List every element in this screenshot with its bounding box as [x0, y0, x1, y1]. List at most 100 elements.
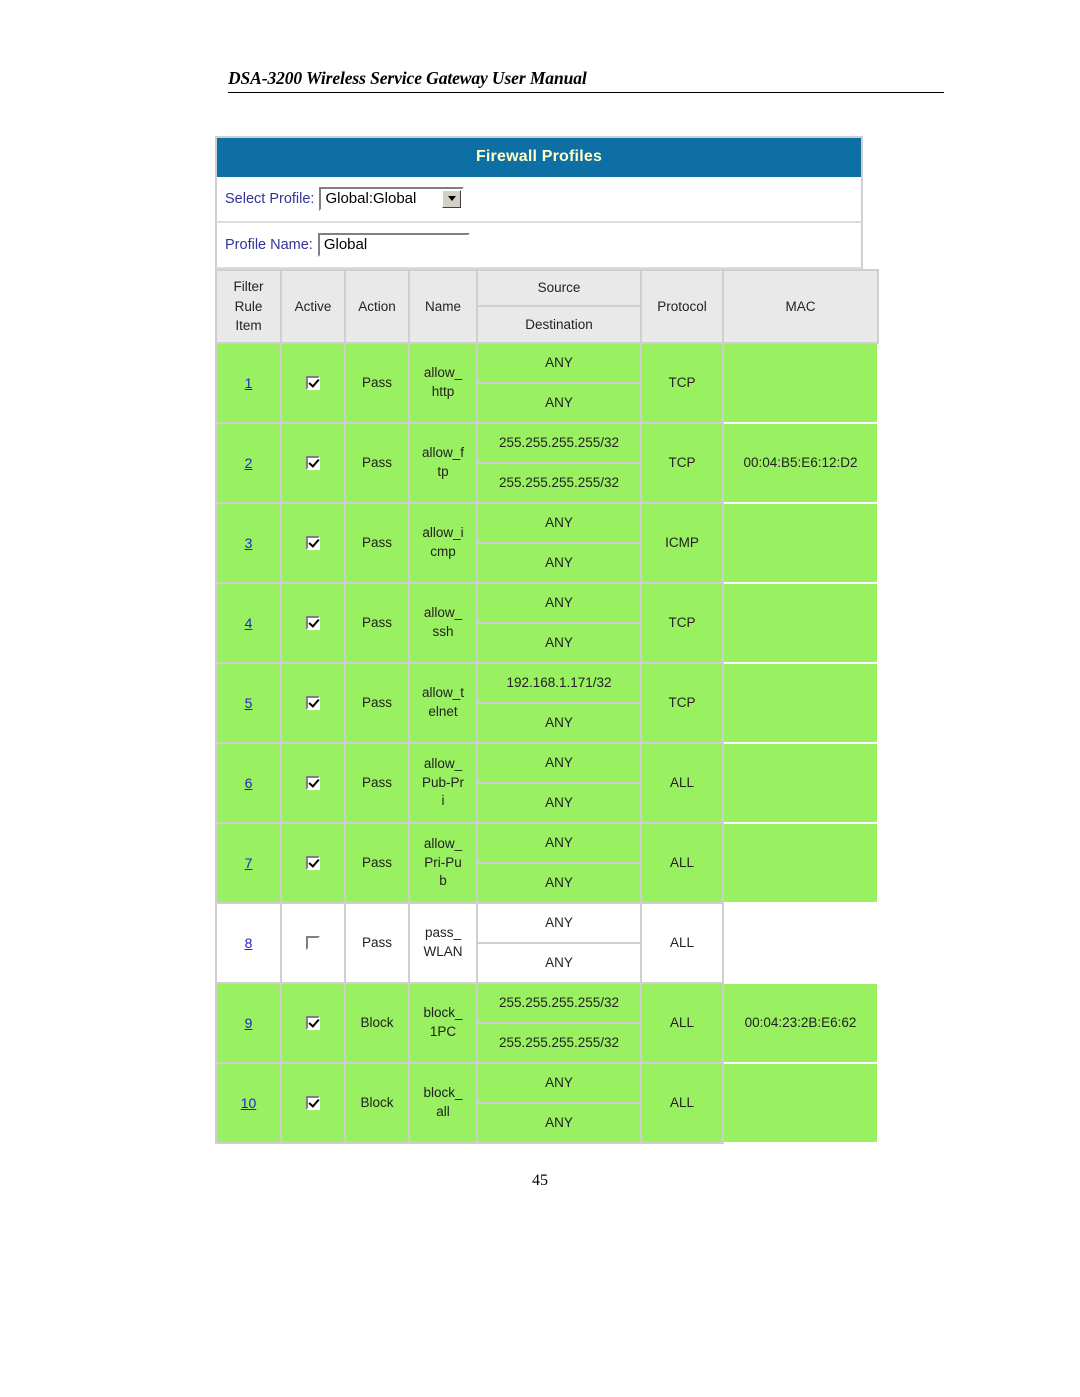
active-checkbox-checked[interactable]: [306, 776, 320, 791]
source-destination-cell: 255.255.255.255/32 255.255.255.255/32: [476, 981, 642, 1064]
active-checkbox-checked[interactable]: [306, 616, 320, 631]
rule-item-cell: 2: [215, 421, 282, 504]
name-line: Pub-Pr: [421, 774, 465, 790]
name-line: http: [431, 383, 455, 399]
chevron-down-icon[interactable]: [442, 189, 462, 208]
select-profile-value: Global:Global: [325, 190, 417, 207]
table-row: 6 Pass allow_ Pub-Pr i ANY ANY ALL: [215, 741, 879, 824]
rule-item-link[interactable]: 5: [245, 695, 253, 711]
action-cell: Pass: [344, 341, 410, 424]
name-cell: allow_f tp: [408, 421, 478, 504]
column-header-source-text: Source: [537, 280, 581, 296]
rule-item-link[interactable]: 7: [245, 855, 253, 871]
name-cell: allow_ Pub-Pr i: [408, 741, 478, 824]
destination-value: ANY: [478, 1101, 640, 1142]
active-cell: [280, 901, 346, 984]
rule-item-link[interactable]: 2: [245, 455, 253, 471]
protocol-cell: ALL: [640, 1061, 724, 1144]
destination-value: ANY: [478, 381, 640, 422]
profile-name-input[interactable]: Global: [317, 232, 470, 257]
page-number: 45: [532, 1172, 548, 1189]
active-checkbox-checked[interactable]: [306, 456, 320, 471]
destination-value: 255.255.255.255/32: [478, 461, 640, 502]
table-row: 3 Pass allow_i cmp ANY ANY ICMP: [215, 501, 879, 584]
column-header-source: Source: [476, 268, 642, 308]
rule-item-link[interactable]: 4: [245, 615, 253, 631]
column-header-action: Action: [344, 269, 410, 344]
table-row: 10 Block block_ all ANY ANY ALL: [215, 1061, 879, 1144]
source-destination-cell: ANY ANY: [476, 741, 642, 824]
source-value: 255.255.255.255/32: [478, 423, 640, 464]
active-checkbox-unchecked[interactable]: [306, 936, 320, 951]
active-checkbox-checked[interactable]: [306, 1096, 320, 1111]
name-line: elnet: [428, 703, 458, 719]
mac-cell: 00:04:B5:E6:12:D2: [722, 421, 879, 504]
protocol-cell: ALL: [640, 741, 724, 824]
profile-name-label: Profile Name:: [225, 236, 313, 253]
protocol-cell: TCP: [640, 661, 724, 744]
source-value: ANY: [478, 503, 640, 544]
column-header-mac: MAC: [722, 269, 879, 344]
mac-cell: [722, 341, 879, 424]
name-cell: allow_ Pri-Pu b: [408, 821, 478, 904]
action-cell: Pass: [344, 741, 410, 824]
source-value: ANY: [478, 1063, 640, 1104]
select-profile-dropdown[interactable]: Global:Global: [319, 186, 465, 211]
active-checkbox-checked[interactable]: [306, 696, 320, 711]
source-value: 255.255.255.255/32: [478, 983, 640, 1024]
column-header-protocol: Protocol: [640, 269, 724, 344]
name-line: Pri-Pu: [424, 854, 462, 870]
table-header: Filter Rule Item Active Action Name Sour…: [215, 268, 879, 344]
document-header: DSA-3200 Wireless Service Gateway User M…: [228, 68, 944, 93]
name-line: allow_: [423, 365, 463, 381]
action-cell: Pass: [344, 821, 410, 904]
rule-item-link[interactable]: 3: [245, 535, 253, 551]
column-header-filter-rule-item: Filter Rule Item: [215, 269, 282, 344]
source-value: ANY: [478, 743, 640, 784]
destination-value: ANY: [478, 941, 640, 982]
source-destination-cell: ANY ANY: [476, 821, 642, 904]
name-line: block_: [423, 1085, 463, 1101]
profile-name-row: Profile Name: Global: [215, 223, 863, 269]
protocol-cell: ALL: [640, 821, 724, 904]
active-checkbox-checked[interactable]: [306, 1016, 320, 1031]
name-cell: allow_ ssh: [408, 581, 478, 664]
rule-item-link[interactable]: 1: [245, 375, 253, 391]
header-divider: [228, 92, 944, 93]
action-cell: Block: [344, 981, 410, 1064]
column-header-active: Active: [280, 269, 346, 344]
active-cell: [280, 981, 346, 1064]
protocol-cell: ALL: [640, 901, 724, 984]
name-line: i: [441, 792, 445, 808]
active-checkbox-checked[interactable]: [306, 536, 320, 551]
table-row: 9 Block block_ 1PC 255.255.255.255/32 255.255…: [215, 981, 879, 1064]
destination-value: ANY: [478, 541, 640, 582]
source-destination-cell: 255.255.255.255/32 255.255.255.255/32: [476, 421, 642, 504]
mac-cell: 00:04:23:2B:E6:62: [722, 981, 879, 1064]
name-cell: block_ 1PC: [408, 981, 478, 1064]
active-checkbox-checked[interactable]: [306, 856, 320, 871]
mac-cell: [722, 661, 879, 744]
action-cell: Pass: [344, 661, 410, 744]
name-line: allow_: [423, 756, 463, 772]
name-line: WLAN: [423, 943, 463, 959]
header-line-filter: Filter: [233, 279, 264, 294]
rule-item-link[interactable]: 10: [241, 1095, 257, 1111]
rule-item-link[interactable]: 9: [245, 1015, 253, 1031]
column-header-name: Name: [408, 269, 478, 344]
name-line: all: [436, 1103, 450, 1119]
rule-item-link[interactable]: 8: [245, 935, 253, 951]
rule-item-link[interactable]: 6: [245, 775, 253, 791]
select-profile-label: Select Profile:: [225, 190, 315, 207]
rule-item-cell: 9: [215, 981, 282, 1064]
destination-value: ANY: [478, 781, 640, 822]
active-checkbox-checked[interactable]: [306, 376, 320, 391]
select-profile-row: Select Profile: Global:Global: [215, 177, 863, 223]
panel-title: Firewall Profiles: [215, 136, 863, 177]
table-row: 4 Pass allow_ ssh ANY ANY TCP: [215, 581, 879, 664]
action-cell: Pass: [344, 501, 410, 584]
name-line: allow_f: [421, 445, 465, 461]
rule-item-cell: 4: [215, 581, 282, 664]
protocol-cell: TCP: [640, 581, 724, 664]
table-row: 1 Pass allow_ http ANY ANY TCP: [215, 341, 879, 424]
